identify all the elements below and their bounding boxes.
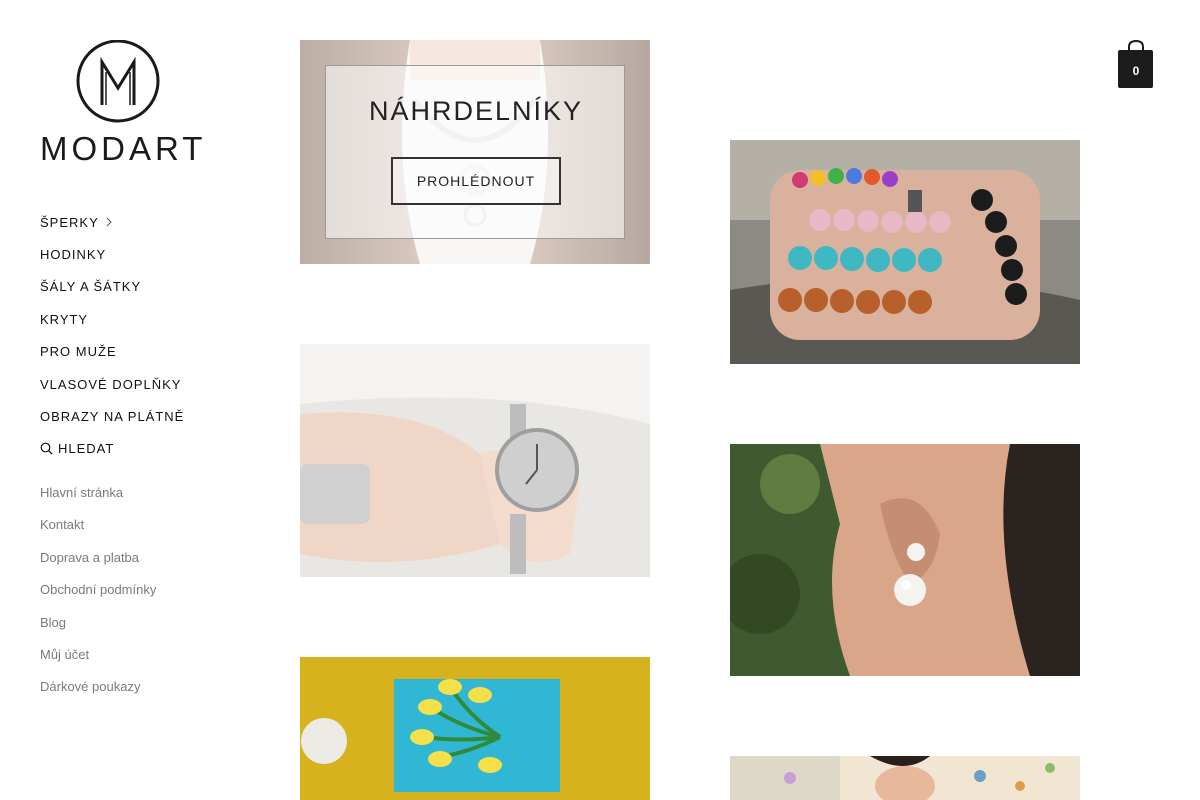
category-tile-watches[interactable] [300,344,650,577]
link-muj-ucet[interactable]: Můj účet [40,646,260,678]
nav-item-label: KRYTY [40,311,89,327]
link-blog[interactable]: Blog [40,614,260,646]
featured-title: NÁHRDELNÍKY [368,96,584,126]
nav-item-pro-muze[interactable]: PRO MUŽE [40,336,260,368]
category-tile-necklaces[interactable]: NÁHRDELNÍKY PROHLÉDNOUT [300,40,650,264]
nav-item-label: HODINKY [40,247,107,263]
category-tile-earrings[interactable] [730,444,1080,676]
earring-photo [730,444,1080,676]
nav-item-hodinky[interactable]: HODINKY [40,238,260,270]
nav-item-label: VLASOVÉ DOPLŇKY [40,376,182,392]
search-label: HLEDAT [58,441,115,457]
link-doprava-a-platba[interactable]: Doprava a platba [40,549,260,581]
search-icon [40,443,53,455]
nav-item-sperky[interactable]: ŠPERKY [40,206,260,238]
nav-item-label: ŠPERKY [40,214,99,230]
logo-emblem-icon [76,40,160,123]
cart-count: 0 [1132,64,1140,78]
nav-item-kryty[interactable]: KRYTY [40,303,260,335]
link-darkove-poukazy[interactable]: Dárkové poukazy [40,678,260,710]
brand-name: MODART [40,130,207,167]
watch-photo [300,344,650,577]
view-button[interactable]: PROHLÉDNOUT [391,157,561,205]
link-hlavni-stranka[interactable]: Hlavní stránka [40,484,260,516]
nav-item-vlasove-doplnky[interactable]: VLASOVÉ DOPLŇKY [40,368,260,400]
nav-item-saly-a-satky[interactable]: ŠÁLY A ŠÁTKY [40,271,260,303]
nav-item-label: ŠÁLY A ŠÁTKY [40,279,142,295]
nav-item-label: PRO MUŽE [40,344,117,360]
main-nav: ŠPERKY HODINKY ŠÁLY A ŠÁTKY KRYTY PRO MU… [40,206,260,465]
category-tile-canvas-prints[interactable] [300,657,650,800]
scarf-photo [730,756,1080,800]
nav-item-label: OBRAZY NA PLÁTNĚ [40,409,185,425]
secondary-nav: Hlavní stránka Kontakt Doprava a platba … [40,484,260,711]
search-link[interactable]: HLEDAT [40,433,260,465]
modart-logo[interactable]: MODART [40,40,202,165]
link-kontakt[interactable]: Kontakt [40,516,260,548]
bracelets-photo [730,140,1080,364]
chevron-right-icon [106,217,112,227]
category-tile-bracelets[interactable] [730,140,1080,364]
featured-overlay: NÁHRDELNÍKY PROHLÉDNOUT [325,65,625,239]
link-obchodni-podminky[interactable]: Obchodní podmínky [40,581,260,613]
tulips-photo [300,657,650,800]
nav-item-obrazy-na-platne[interactable]: OBRAZY NA PLÁTNĚ [40,400,260,432]
cart-button[interactable]: 0 [1118,39,1154,88]
category-tile-scarves[interactable] [730,756,1080,800]
